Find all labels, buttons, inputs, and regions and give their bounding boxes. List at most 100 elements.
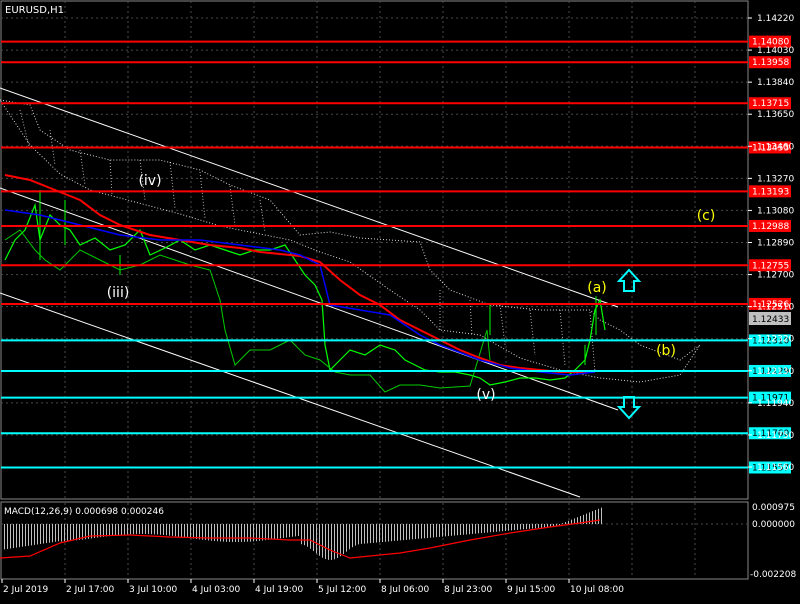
price-tick-label: 1.14220 bbox=[757, 14, 794, 24]
macd-bar bbox=[562, 523, 563, 524]
macd-bar bbox=[373, 524, 374, 543]
macd-bar bbox=[529, 524, 530, 529]
macd-bar bbox=[226, 524, 227, 542]
macd-bar bbox=[34, 524, 35, 545]
time-tick-label: 8 Jul 06:00 bbox=[381, 585, 430, 595]
macd-bar bbox=[598, 508, 599, 524]
macd-bar bbox=[601, 507, 602, 524]
macd-bar bbox=[409, 524, 410, 540]
macd-bar bbox=[223, 524, 224, 542]
macd-bar bbox=[352, 524, 353, 548]
macd-bar bbox=[502, 524, 503, 532]
level-lines: 1.140801.139581.137151.134531.131931.129… bbox=[1, 35, 791, 474]
macd-bar bbox=[592, 511, 593, 524]
macd-bar bbox=[547, 524, 548, 528]
macd-bar bbox=[190, 524, 191, 539]
macd-bar bbox=[79, 524, 80, 540]
chart-window[interactable]: 1.14080 1.13958 1.13715 1.13453 1.13193 1.129… bbox=[0, 0, 800, 600]
macd-bar bbox=[367, 524, 368, 544]
macd-bar bbox=[175, 524, 176, 537]
macd-bar bbox=[454, 524, 455, 536]
macd-bar bbox=[13, 524, 14, 549]
macd-bar bbox=[28, 524, 29, 546]
price-tick-label: 1.11940 bbox=[757, 399, 794, 409]
chart-canvas[interactable]: 1.140801.139581.137151.134531.131931.129… bbox=[0, 0, 800, 600]
time-tick-label: 9 Jul 15:00 bbox=[507, 585, 556, 595]
level-price-label: 1.13958 bbox=[752, 58, 789, 68]
macd-bar bbox=[433, 524, 434, 538]
macd-bar bbox=[331, 524, 332, 560]
macd-bar bbox=[199, 524, 200, 540]
channel-middle-line[interactable] bbox=[0, 187, 619, 411]
level-price-label: 1.12988 bbox=[752, 222, 789, 232]
macd-bar bbox=[25, 524, 26, 547]
macd-bar bbox=[388, 524, 389, 542]
macd-bar bbox=[19, 524, 20, 548]
indicator-tick-top: 0.000975 bbox=[752, 503, 795, 513]
arrow-up-outline-icon[interactable] bbox=[616, 268, 642, 292]
price-axis[interactable]: 1.14220 1.14030 1.13840 1.13650 1.13460 1.132… bbox=[748, 14, 794, 473]
macd-bar bbox=[328, 524, 329, 560]
macd-bar bbox=[166, 524, 167, 536]
macd-bar bbox=[40, 524, 41, 544]
macd-bar bbox=[7, 524, 8, 549]
macd-bar bbox=[169, 524, 170, 536]
macd-bar bbox=[37, 524, 38, 545]
price-tick-label: 1.12510 bbox=[757, 303, 794, 313]
macd-bar bbox=[571, 519, 572, 524]
macd-bar bbox=[460, 524, 461, 535]
arrow-down-outline-icon[interactable] bbox=[616, 396, 642, 420]
macd-bar bbox=[520, 524, 521, 530]
macd-bar bbox=[301, 524, 302, 545]
macd-bar bbox=[16, 524, 17, 548]
macd-bar bbox=[442, 524, 443, 537]
macd-bar bbox=[589, 512, 590, 524]
macd-bar bbox=[403, 524, 404, 541]
time-tick-label: 4 Jul 19:00 bbox=[255, 585, 304, 595]
macd-bar bbox=[277, 524, 278, 539]
level-price-label: 1.13715 bbox=[752, 99, 789, 109]
wave-label-v: (v) bbox=[476, 387, 495, 403]
macd-bar bbox=[427, 524, 428, 538]
macd-bar bbox=[247, 524, 248, 542]
macd-bar bbox=[340, 524, 341, 557]
price-tick-label: 1.12700 bbox=[757, 271, 794, 281]
macd-bar bbox=[358, 524, 359, 545]
macd-bar bbox=[283, 524, 284, 538]
price-tick-label: 1.12890 bbox=[757, 239, 794, 249]
macd-bar bbox=[130, 524, 131, 535]
macd-bar bbox=[58, 524, 59, 542]
time-tick-label: 3 Jul 10:00 bbox=[129, 585, 178, 595]
macd-bar bbox=[334, 524, 335, 560]
macd-bar bbox=[499, 524, 500, 532]
time-axis[interactable]: 2 Jul 2019 2 Jul 17:00 3 Jul 10:00 4 Jul 03… bbox=[1, 579, 624, 595]
macd-bar bbox=[376, 524, 377, 543]
macd-bar bbox=[436, 524, 437, 538]
macd-bar bbox=[412, 524, 413, 540]
price-tick-label: 1.13080 bbox=[757, 206, 794, 216]
current-price-marker: 1.12433 bbox=[749, 312, 791, 325]
macd-bar bbox=[109, 524, 110, 537]
time-tick-label: 2 Jul 17:00 bbox=[66, 585, 115, 595]
macd-bar bbox=[568, 520, 569, 524]
macd-bar bbox=[49, 524, 50, 543]
macd-bar bbox=[439, 524, 440, 537]
time-tick-label: 2 Jul 2019 bbox=[3, 585, 48, 595]
macd-bar bbox=[457, 524, 458, 536]
indicator-tick-zero: 0.000000 bbox=[752, 520, 795, 530]
macd-bar bbox=[238, 524, 239, 542]
trend-channel bbox=[0, 87, 619, 498]
macd-bar bbox=[463, 524, 464, 535]
macd-bar bbox=[157, 524, 158, 535]
macd-bar bbox=[379, 524, 380, 543]
macd-bar bbox=[400, 524, 401, 541]
time-tick-label: 5 Jul 12:00 bbox=[318, 585, 367, 595]
macd-bar bbox=[487, 524, 488, 533]
macd-bar bbox=[289, 524, 290, 538]
macd-bar bbox=[469, 524, 470, 535]
macd-bar bbox=[370, 524, 371, 544]
macd-bar bbox=[61, 524, 62, 542]
wave-label-iv: (iv) bbox=[138, 173, 161, 189]
price-tick-label: 1.11750 bbox=[757, 431, 794, 441]
price-tick-label: 1.13650 bbox=[757, 110, 794, 120]
